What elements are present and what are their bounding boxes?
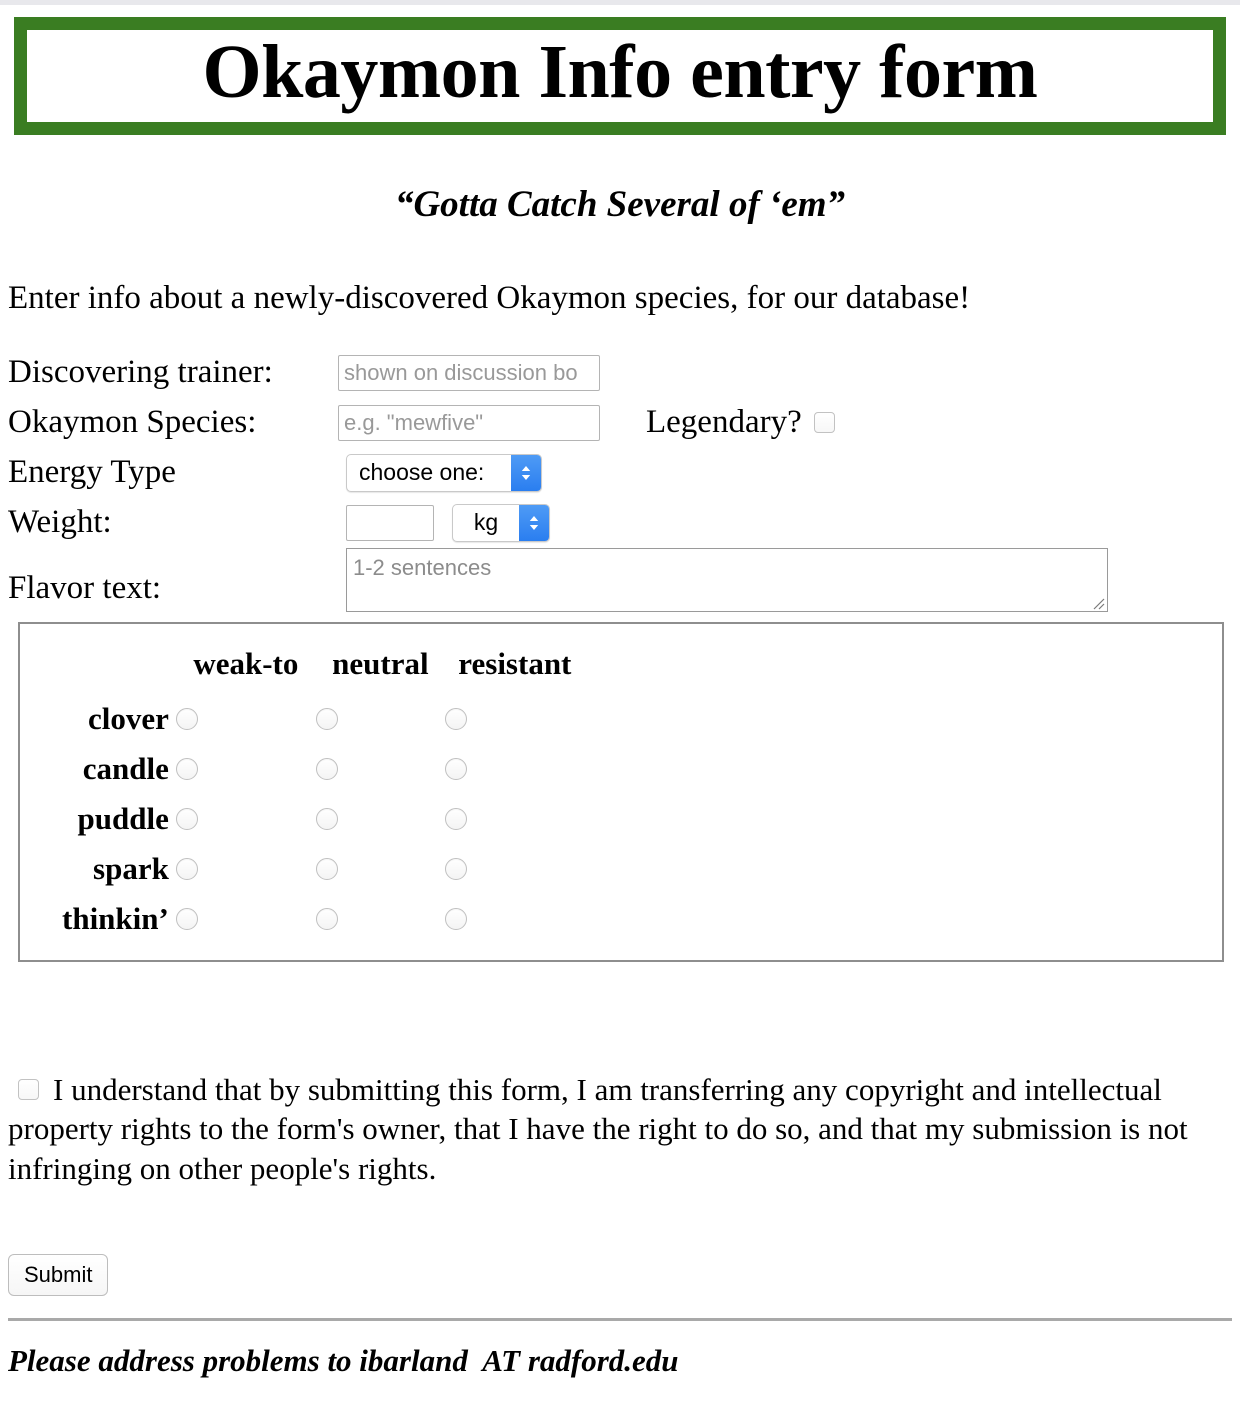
energy-type-selected-value: choose one: [359, 459, 485, 486]
tagline: “Gotta Catch Several of ‘em” [394, 184, 846, 225]
table-row: spark [62, 844, 585, 894]
matrix-cell-thinkin-neutral [315, 894, 445, 944]
radio-clover-neutral[interactable] [315, 707, 338, 730]
weight-label: Weight: [8, 504, 112, 541]
weight-input[interactable] [346, 504, 434, 541]
copyright-consent-block: I understand that by submitting this for… [8, 1070, 1230, 1188]
matrix-column-header-weak-to: weak-to [193, 645, 299, 681]
okaymon-species-input[interactable] [338, 404, 600, 441]
matrix-cell-clover-weak-to [175, 694, 316, 744]
matrix-cell-puddle-resistant [444, 794, 585, 844]
matrix-cell-thinkin-weak-to [175, 894, 316, 944]
copyright-consent-checkbox[interactable] [18, 1079, 39, 1101]
submit-row: Submit [8, 1254, 1240, 1297]
footer-contact-note: Please address problems to ibarland AT r… [8, 1343, 679, 1379]
radio-clover-resistant[interactable] [444, 707, 467, 730]
radio-puddle-neutral[interactable] [315, 807, 338, 830]
radio-spark-weak-to[interactable] [175, 857, 198, 880]
page-content: Okaymon Info entry form “Gotta Catch Sev… [0, 5, 1240, 1379]
species-label: Okaymon Species: [8, 404, 257, 441]
legendary-label: Legendary? [646, 404, 802, 441]
form-fields: Discovering trainer: Okaymon Species: Le… [0, 348, 1240, 614]
radio-spark-neutral[interactable] [315, 857, 338, 880]
weight-unit-selected-value: kg [473, 509, 499, 536]
intro-text: Enter info about a newly-discovered Okay… [8, 280, 971, 316]
table-row: puddle [62, 794, 585, 844]
matrix-cell-candle-resistant [444, 744, 585, 794]
weight-unit-select[interactable]: kg [452, 503, 550, 542]
footer-divider [8, 1318, 1232, 1322]
matrix-cell-candle-weak-to [175, 744, 316, 794]
matrix-cell-spark-neutral [315, 844, 445, 894]
matrix-row-label-clover: clover [87, 700, 169, 736]
type-matchup-table: weak-to neutral resistant clover candle … [62, 646, 585, 944]
row-flavor-text: Flavor text: [8, 547, 1240, 614]
radio-candle-weak-to[interactable] [175, 757, 198, 780]
type-matchup-fieldset: weak-to neutral resistant clover candle … [18, 621, 1224, 962]
table-row: candle [62, 744, 585, 794]
matrix-cell-clover-resistant [444, 694, 585, 744]
row-energy-type: Energy Type choose one: [8, 448, 1240, 498]
matrix-row-label-candle: candle [82, 750, 169, 786]
row-discovering-trainer: Discovering trainer: [8, 348, 1240, 398]
radio-thinkin-neutral[interactable] [315, 907, 338, 930]
matrix-header-row: weak-to neutral resistant [62, 646, 585, 694]
copyright-consent-text: I understand that by submitting this for… [8, 1071, 1188, 1186]
flavor-text-wrapper [346, 547, 1108, 612]
matrix-cell-puddle-neutral [315, 794, 445, 844]
table-row: thinkin’ [62, 894, 585, 944]
matrix-row-label-puddle: puddle [77, 800, 169, 836]
submit-button[interactable]: Submit [8, 1254, 109, 1297]
radio-spark-resistant[interactable] [444, 857, 467, 880]
matrix-cell-thinkin-resistant [444, 894, 585, 944]
radio-puddle-resistant[interactable] [444, 807, 467, 830]
matrix-row-label-spark: spark [93, 850, 169, 886]
energy-type-select[interactable]: choose one: [346, 453, 542, 492]
row-weight: Weight: kg [8, 498, 1240, 548]
radio-candle-resistant[interactable] [444, 757, 467, 780]
matrix-row-label-thinkin: thinkin’ [62, 900, 169, 936]
chevron-updown-icon [519, 504, 549, 541]
matrix-corner-cell [62, 646, 176, 694]
flavor-text-label: Flavor text: [8, 569, 162, 606]
matrix-cell-spark-weak-to [175, 844, 316, 894]
trainer-label: Discovering trainer: [8, 354, 273, 391]
page-title: Okaymon Info entry form [202, 30, 1038, 114]
row-okaymon-species: Okaymon Species: Legendary? [8, 398, 1240, 448]
matrix-cell-spark-resistant [444, 844, 585, 894]
radio-thinkin-resistant[interactable] [444, 907, 467, 930]
energy-type-label: Energy Type [8, 454, 176, 491]
matrix-column-header-neutral: neutral [332, 645, 429, 681]
radio-clover-weak-to[interactable] [175, 707, 198, 730]
flavor-text-input[interactable] [346, 547, 1108, 612]
matrix-cell-clover-neutral [315, 694, 445, 744]
discovering-trainer-input[interactable] [338, 354, 600, 391]
radio-puddle-weak-to[interactable] [175, 807, 198, 830]
legendary-checkbox[interactable] [813, 412, 835, 434]
matrix-column-header-resistant: resistant [458, 645, 572, 681]
table-row: clover [62, 694, 585, 744]
radio-candle-neutral[interactable] [315, 757, 338, 780]
matrix-cell-candle-neutral [315, 744, 445, 794]
matrix-cell-puddle-weak-to [175, 794, 316, 844]
legendary-group: Legendary? [646, 406, 835, 439]
radio-thinkin-weak-to[interactable] [175, 907, 198, 930]
chevron-updown-icon [511, 454, 541, 491]
title-banner: Okaymon Info entry form [14, 17, 1226, 135]
